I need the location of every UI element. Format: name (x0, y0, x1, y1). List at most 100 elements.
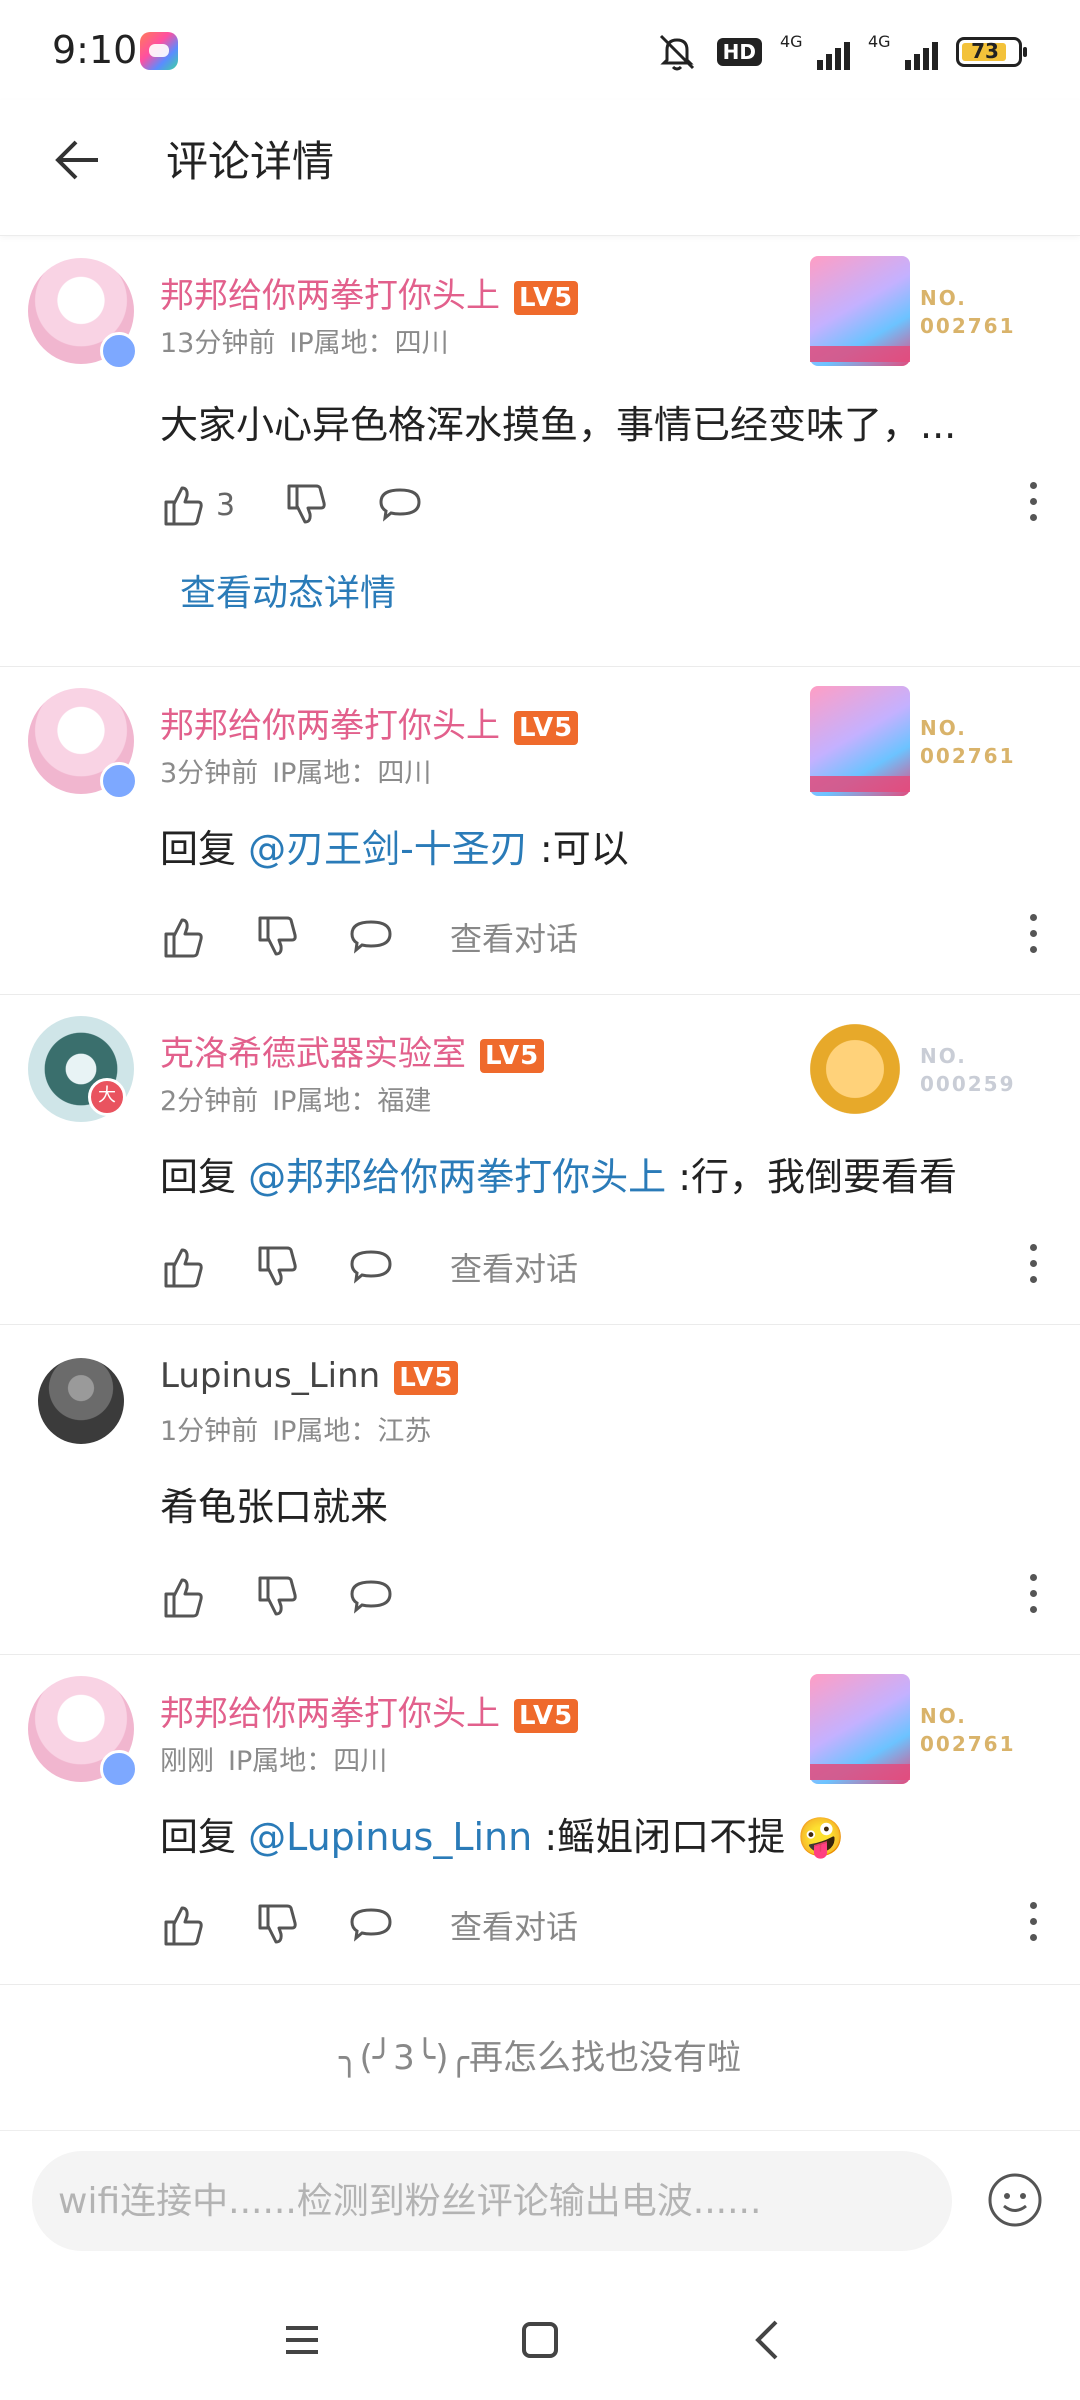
comment-meta: 2分钟前 IP属地：福建 (160, 1086, 432, 1117)
username[interactable]: 邦邦给你两拳打你头上 LV5 (160, 698, 579, 747)
medal-image (810, 1024, 900, 1114)
home-square-icon[interactable] (510, 2310, 570, 2370)
thumb-down-icon[interactable] (254, 1244, 300, 1290)
medal-number: 000259 (920, 1072, 1016, 1096)
medal-image (810, 686, 910, 796)
comment-bubble-icon[interactable] (377, 482, 423, 528)
comment-bubble-icon[interactable] (348, 1244, 394, 1290)
battery-icon: 73 (956, 37, 1027, 67)
medal-image (810, 256, 910, 366)
end-of-list-text: ╮(╯3╰)╭再怎么找也没有啦 (338, 2038, 742, 2078)
comment-meta: 13分钟前 IP属地：四川 (160, 328, 449, 359)
status-bar: 9:10 HD 4G 4G 73 (0, 0, 1080, 100)
more-vertical-icon[interactable] (1026, 1244, 1040, 1294)
comment-text[interactable]: 回复 @Lupinus_Linn :鳐姐闭口不提 🤪 (160, 1806, 845, 1861)
comment-bubble-icon[interactable] (348, 1902, 394, 1948)
fan-medal[interactable]: NO. 002761 (810, 1674, 1014, 1794)
more-vertical-icon[interactable] (1026, 482, 1040, 532)
emoji-icon[interactable] (986, 2171, 1044, 2229)
thumb-up-icon[interactable] (160, 1574, 206, 1620)
username[interactable]: 邦邦给你两拳打你头上 LV5 (160, 268, 579, 317)
thumb-down-icon[interactable] (283, 482, 329, 528)
signal-icon-2: 4G (868, 32, 938, 72)
level-badge: LV5 (480, 1038, 545, 1073)
comment-text[interactable]: 肴龟张口就来 (160, 1476, 388, 1531)
big-v-badge: 大 (88, 1078, 126, 1116)
thumb-up-icon[interactable] (160, 1244, 206, 1290)
mute-bell-icon (659, 34, 694, 71)
comment-bubble-icon[interactable] (348, 1574, 394, 1620)
network-type-1: 4G (780, 32, 803, 51)
fan-medal[interactable]: NO. 002761 (810, 686, 1014, 806)
comment-text[interactable]: 回复 @刃王剑-十圣刃 :可以 (160, 818, 629, 873)
comment-meta: 1分钟前 IP属地：江苏 (160, 1416, 432, 1447)
view-conversation-link[interactable]: 查看对话 (450, 914, 578, 960)
medal-number: 002761 (920, 744, 1016, 768)
comment-actions: 查看对话 (160, 914, 578, 960)
medal-label: NO. (920, 1704, 967, 1728)
comment-actions: 查看对话 (160, 1244, 578, 1290)
comment-input-bar (0, 2130, 1080, 2271)
comment-item: Lupinus_Linn LV5 1分钟前 IP属地：江苏 肴龟张口就来 (0, 1324, 1080, 1655)
back-chevron-icon[interactable] (738, 2310, 798, 2370)
username[interactable]: Lupinus_Linn LV5 (160, 1356, 459, 1396)
comment-item: 邦邦给你两拳打你头上 LV5 13分钟前 IP属地：四川 NO. 002761 大家… (0, 236, 1080, 667)
view-conversation-link[interactable]: 查看对话 (450, 1902, 578, 1948)
medal-label: NO. (920, 1044, 967, 1068)
avatar[interactable] (38, 1358, 124, 1444)
view-conversation-link[interactable]: 查看对话 (450, 1244, 578, 1290)
status-icons: HD 4G 4G 73 (655, 30, 1027, 74)
more-vertical-icon[interactable] (1026, 1574, 1040, 1624)
like-count: 3 (216, 487, 236, 523)
back-arrow-icon[interactable] (48, 130, 108, 190)
comment-meta: 3分钟前 IP属地：四川 (160, 758, 432, 789)
medal-image (810, 1674, 910, 1784)
comment-item: 邦邦给你两拳打你头上 LV5 3分钟前 IP属地：四川 NO. 002761 回复 … (0, 666, 1080, 995)
medal-number: 002761 (920, 314, 1016, 338)
verified-badge-icon (100, 762, 138, 800)
more-vertical-icon[interactable] (1026, 914, 1040, 964)
verified-badge-icon (100, 332, 138, 370)
menu-icon[interactable] (272, 2310, 332, 2370)
thumb-down-icon[interactable] (254, 914, 300, 960)
comment-item: 邦邦给你两拳打你头上 LV5 刚刚 IP属地：四川 NO. 002761 回复 @L… (0, 1654, 1080, 1985)
status-time: 9:10 (52, 28, 138, 72)
view-post-detail-link[interactable]: 查看动态详情 (180, 564, 396, 616)
username[interactable]: 邦邦给你两拳打你头上 LV5 (160, 1686, 579, 1735)
fan-medal[interactable]: NO. 002761 (810, 256, 1014, 376)
app-header: 评论详情 (0, 100, 1080, 236)
comment-actions (160, 1574, 442, 1620)
comment-actions: 查看对话 (160, 1902, 578, 1948)
medal-label: NO. (920, 286, 967, 310)
mention-link[interactable]: @邦邦给你两拳打你头上 (248, 1155, 666, 1199)
verified-badge-icon (100, 1750, 138, 1788)
comment-text[interactable]: 回复 @邦邦给你两拳打你头上 :行，我倒要看看 (160, 1146, 957, 1201)
mention-link[interactable]: @Lupinus_Linn (248, 1815, 532, 1859)
medal-number: 002761 (920, 1732, 1016, 1756)
more-vertical-icon[interactable] (1026, 1902, 1040, 1952)
network-type-2: 4G (868, 32, 891, 51)
signal-icon-1: 4G (780, 32, 850, 72)
username[interactable]: 克洛希德武器实验室 LV5 (160, 1026, 545, 1075)
comment-actions: 3 (160, 482, 471, 528)
comment-bubble-icon[interactable] (348, 914, 394, 960)
thumb-up-icon[interactable] (160, 482, 206, 528)
page-title: 评论详情 (166, 137, 335, 186)
comment-item: 大 克洛希德武器实验室 LV5 2分钟前 IP属地：福建 NO. 000259 回复… (0, 994, 1080, 1325)
comment-meta: 刚刚 IP属地：四川 (160, 1746, 388, 1777)
level-badge: LV5 (514, 280, 579, 315)
battery-level: 73 (971, 39, 999, 63)
game-app-icon (140, 32, 178, 70)
thumb-up-icon[interactable] (160, 1902, 206, 1948)
level-badge: LV5 (514, 1698, 579, 1733)
comment-input[interactable] (32, 2151, 952, 2251)
mention-link[interactable]: @刃王剑-十圣刃 (248, 827, 528, 871)
fan-medal[interactable]: NO. 000259 (810, 1014, 1014, 1134)
thumb-up-icon[interactable] (160, 914, 206, 960)
medal-label: NO. (920, 716, 967, 740)
thumb-down-icon[interactable] (254, 1574, 300, 1620)
comment-text[interactable]: 大家小心异色格浑水摸鱼，事情已经变味了，... (160, 394, 956, 449)
level-badge: LV5 (514, 710, 579, 745)
thumb-down-icon[interactable] (254, 1902, 300, 1948)
level-badge: LV5 (394, 1360, 459, 1395)
